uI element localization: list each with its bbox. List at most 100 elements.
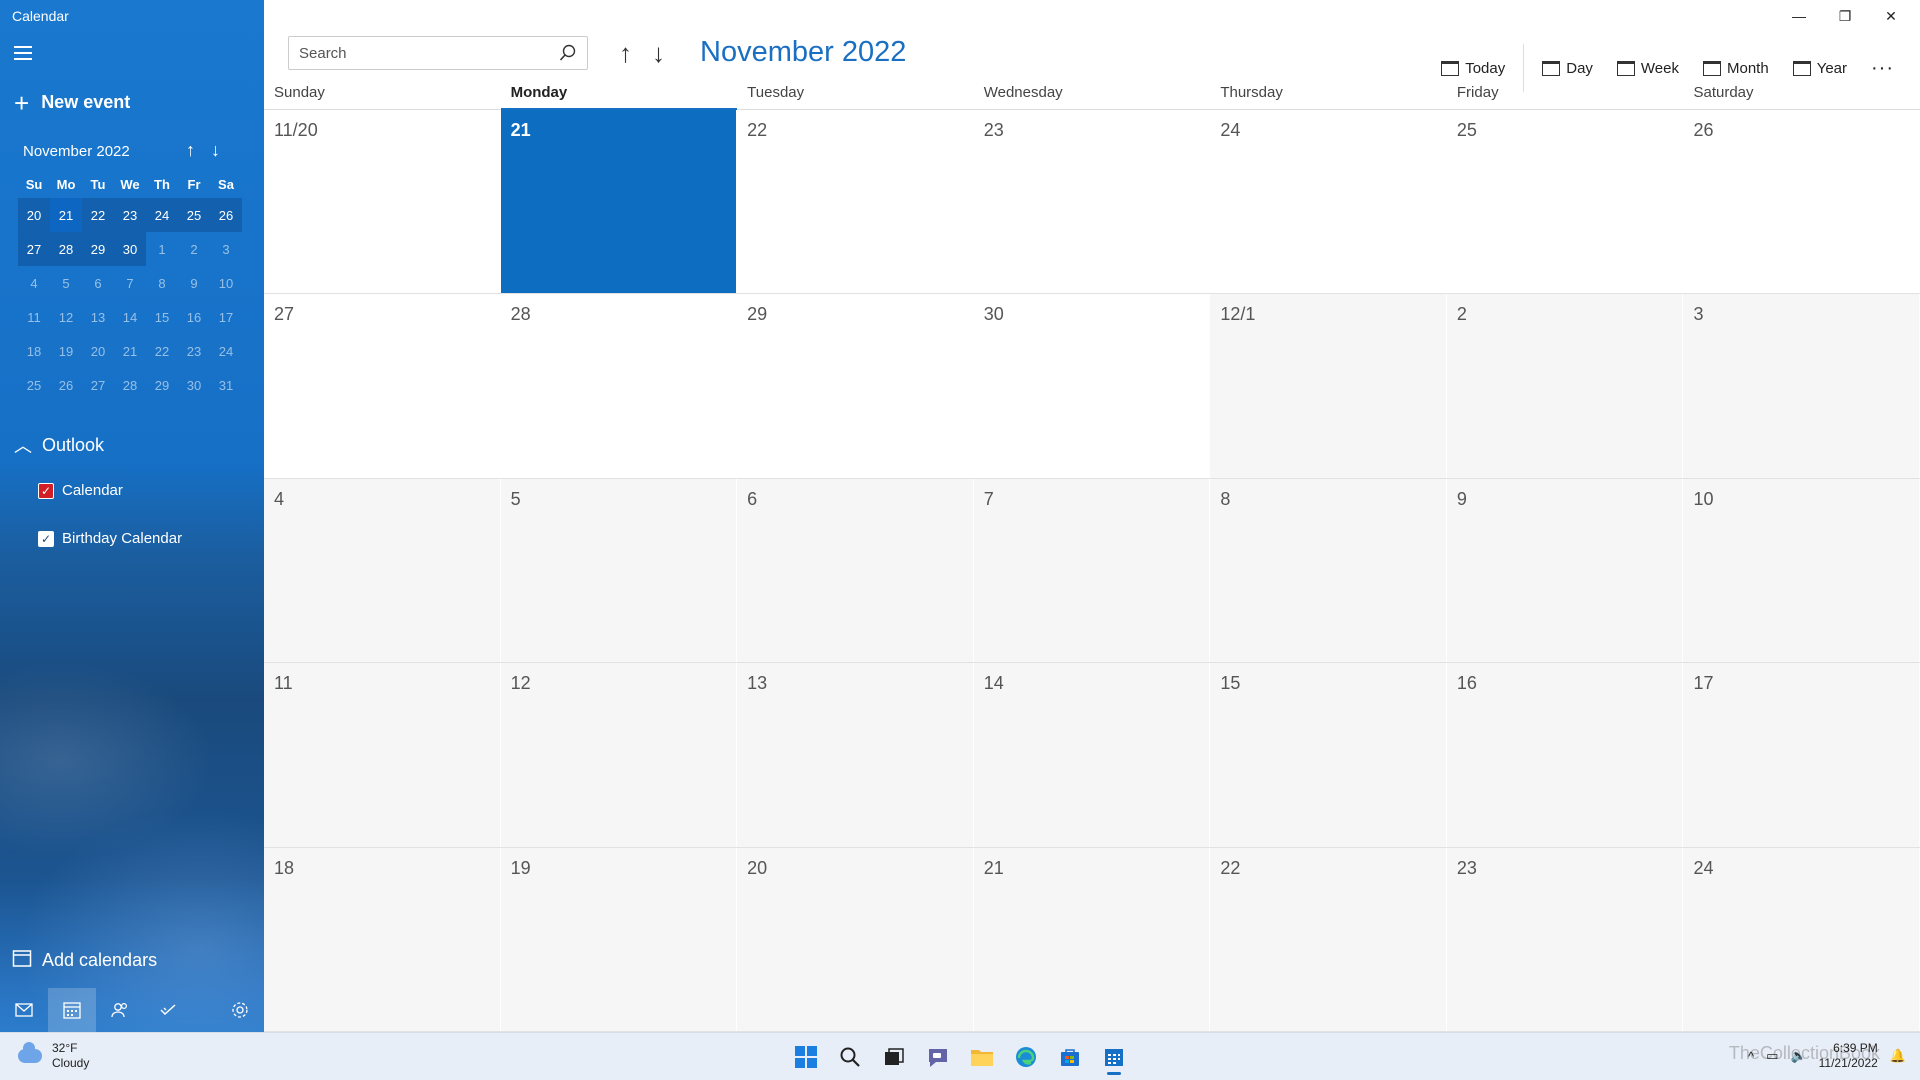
calendar-day[interactable]: 23 <box>1446 847 1684 1032</box>
settings-icon[interactable] <box>216 988 264 1032</box>
mini-day[interactable]: 30 <box>114 232 146 266</box>
mini-day[interactable]: 16 <box>178 300 210 334</box>
todo-icon[interactable] <box>144 988 192 1032</box>
mini-day[interactable]: 10 <box>210 266 242 300</box>
calendar-day[interactable]: 9 <box>1446 478 1684 663</box>
mini-day[interactable]: 9 <box>178 266 210 300</box>
calendar-day[interactable]: 10 <box>1683 478 1920 663</box>
calendar-day[interactable]: 20 <box>737 847 974 1032</box>
calendar-day[interactable]: 6 <box>737 478 974 663</box>
mini-day-today[interactable]: 21 <box>50 198 82 232</box>
calendar-icon[interactable] <box>48 988 96 1032</box>
year-view-button[interactable]: Year <box>1781 55 1859 81</box>
mini-day[interactable]: 24 <box>146 198 178 232</box>
calendar-day[interactable]: 30 <box>974 294 1211 478</box>
start-icon[interactable] <box>788 1039 824 1075</box>
search-input[interactable] <box>299 44 559 62</box>
mini-day[interactable]: 12 <box>50 300 82 334</box>
mini-day[interactable]: 27 <box>18 232 50 266</box>
network-icon[interactable]: ▭ <box>1766 1048 1778 1064</box>
calendar-day[interactable]: 19 <box>500 847 738 1032</box>
notification-icon[interactable]: 🔔 <box>1890 1048 1906 1064</box>
calendar-day[interactable]: 27 <box>264 294 501 478</box>
mini-calendar-next-icon[interactable]: ↓ <box>211 140 220 161</box>
birthday-calendar-toggle[interactable]: ✓ Birthday Calendar <box>38 530 182 547</box>
calendar-day[interactable]: 26 <box>1683 110 1920 294</box>
calendar-app-icon[interactable] <box>1096 1039 1132 1075</box>
mini-day[interactable]: 25 <box>18 368 50 402</box>
calendar-day[interactable]: 22 <box>737 110 974 294</box>
mini-day[interactable]: 13 <box>82 300 114 334</box>
mini-day[interactable]: 24 <box>210 334 242 368</box>
calendar-day[interactable]: 14 <box>973 663 1211 847</box>
minimize-icon[interactable]: — <box>1776 0 1822 32</box>
restore-icon[interactable]: ❐ <box>1822 0 1868 32</box>
arrow-down-icon[interactable]: ↓ <box>652 38 665 69</box>
mini-day[interactable]: 22 <box>82 198 114 232</box>
mini-day[interactable]: 14 <box>114 300 146 334</box>
calendar-day[interactable]: 24 <box>1210 110 1447 294</box>
outlook-account-toggle[interactable]: ︿ Outlook <box>14 432 104 458</box>
calendar-day[interactable]: 4 <box>264 478 501 663</box>
mini-day[interactable]: 27 <box>82 368 114 402</box>
task-view-icon[interactable] <box>876 1039 912 1075</box>
hamburger-menu-icon[interactable] <box>14 46 32 60</box>
mini-day[interactable]: 29 <box>82 232 114 266</box>
month-title[interactable]: November 2022 <box>700 36 906 69</box>
mini-day[interactable]: 22 <box>146 334 178 368</box>
mini-day[interactable]: 17 <box>210 300 242 334</box>
mini-day[interactable]: 4 <box>18 266 50 300</box>
calendar-day[interactable]: 11/20 <box>264 110 501 294</box>
mini-day[interactable]: 29 <box>146 368 178 402</box>
weather-widget[interactable]: 32°F Cloudy <box>18 1041 89 1071</box>
people-icon[interactable] <box>96 988 144 1032</box>
more-options-icon[interactable]: ··· <box>1859 57 1920 80</box>
mini-day[interactable]: 3 <box>210 232 242 266</box>
week-view-button[interactable]: Week <box>1605 55 1691 81</box>
calendar-day[interactable]: 28 <box>501 294 738 478</box>
calendar-day[interactable]: 24 <box>1683 847 1920 1032</box>
mini-day[interactable]: 26 <box>50 368 82 402</box>
mini-day[interactable]: 30 <box>178 368 210 402</box>
calendar-day[interactable]: 3 <box>1683 294 1920 478</box>
mini-day[interactable]: 18 <box>18 334 50 368</box>
calendar-day[interactable]: 21 <box>973 847 1211 1032</box>
calendar-day[interactable]: 2 <box>1446 294 1684 478</box>
mini-day[interactable]: 23 <box>114 198 146 232</box>
mini-day[interactable]: 1 <box>146 232 178 266</box>
calendar-day[interactable]: 18 <box>264 847 501 1032</box>
arrow-up-icon[interactable]: ↑ <box>619 38 632 69</box>
calendar-day[interactable]: 5 <box>500 478 738 663</box>
mini-calendar-prev-icon[interactable]: ↑ <box>186 140 195 161</box>
edge-icon[interactable] <box>1008 1039 1044 1075</box>
month-view-button[interactable]: Month <box>1691 55 1781 81</box>
search-box[interactable] <box>288 36 588 70</box>
chevron-up-icon[interactable]: ^ <box>1748 1049 1754 1064</box>
mini-day[interactable]: 15 <box>146 300 178 334</box>
mini-day[interactable]: 8 <box>146 266 178 300</box>
calendar-day[interactable]: 22 <box>1210 847 1447 1032</box>
mini-day[interactable]: 20 <box>82 334 114 368</box>
mini-day[interactable]: 19 <box>50 334 82 368</box>
checkbox-checked-icon[interactable]: ✓ <box>38 482 54 499</box>
day-view-button[interactable]: Day <box>1530 55 1605 81</box>
calendar-day[interactable]: 29 <box>737 294 974 478</box>
mail-icon[interactable] <box>0 988 48 1032</box>
new-event-button[interactable]: + New event <box>14 90 130 116</box>
calendar-day[interactable]: 12 <box>500 663 738 847</box>
mini-day[interactable]: 31 <box>210 368 242 402</box>
mini-day[interactable]: 21 <box>114 334 146 368</box>
calendar-day[interactable]: 12/1 <box>1210 294 1447 478</box>
checkbox-checked-icon[interactable]: ✓ <box>38 530 54 547</box>
calendar-day[interactable]: 25 <box>1447 110 1684 294</box>
calendar-day[interactable]: 15 <box>1210 663 1447 847</box>
mini-day[interactable]: 23 <box>178 334 210 368</box>
calendar-day[interactable]: 8 <box>1210 478 1447 663</box>
file-explorer-icon[interactable] <box>964 1039 1000 1075</box>
mini-day[interactable]: 7 <box>114 266 146 300</box>
mini-day[interactable]: 28 <box>114 368 146 402</box>
mini-day[interactable]: 28 <box>50 232 82 266</box>
volume-icon[interactable]: 🔈 <box>1790 1048 1806 1064</box>
search-icon[interactable] <box>832 1039 868 1075</box>
calendar-day[interactable]: 16 <box>1446 663 1684 847</box>
